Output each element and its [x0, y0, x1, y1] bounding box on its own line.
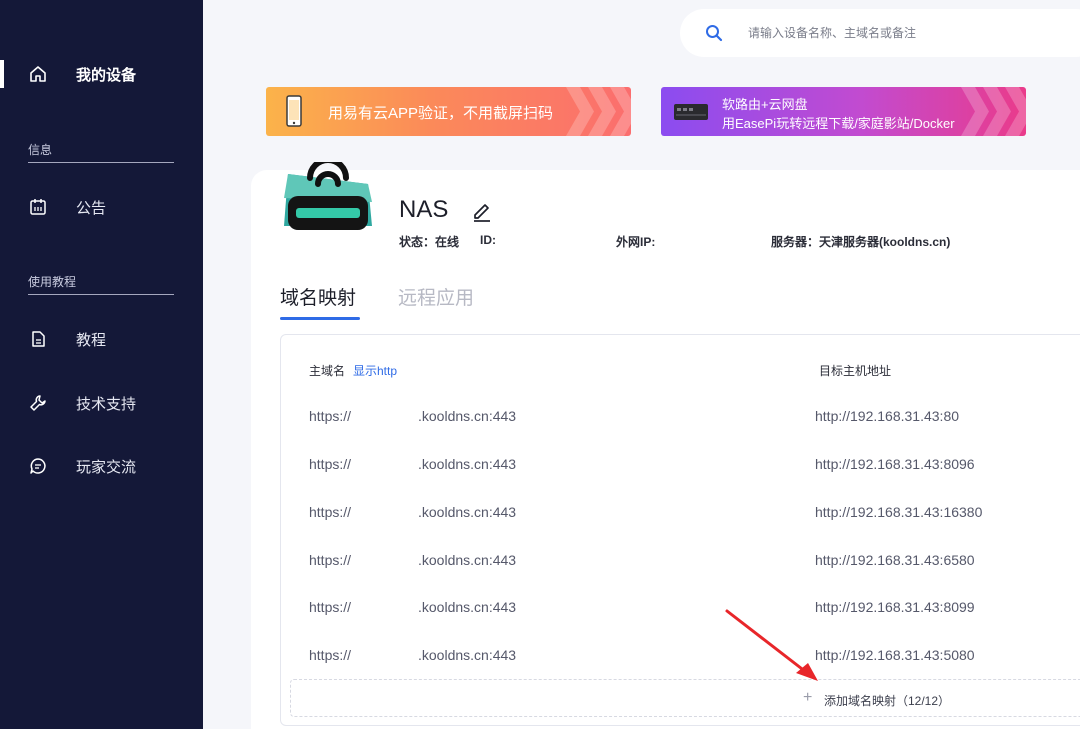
phone-icon [286, 95, 302, 127]
domain-prefix: https:// [309, 456, 352, 472]
section-title-tutorial: 使用教程 [28, 275, 77, 289]
router-device-icon [674, 104, 708, 120]
banner-text: 用易有云APP验证，不用截屏扫码 [328, 105, 554, 122]
domain-suffix: .kooldns.cn:443 [418, 456, 517, 472]
active-tab-indicator [280, 317, 360, 320]
chat-icon [29, 457, 47, 475]
chevron-right-icon [610, 87, 631, 136]
target-address: http://192.168.31.43:16380 [815, 504, 983, 520]
divider [28, 162, 174, 163]
device-server: 服务器：天津服务器(kooldns.cn) [771, 235, 951, 249]
column-header-domain: 主域名 [309, 364, 346, 378]
add-domain-mapping-button[interactable]: + 添加域名映射（12/12） [290, 679, 1080, 717]
table-row[interactable]: https:// .kooldns.cn:443 http://192.168.… [290, 583, 1080, 631]
domain-prefix: https:// [309, 599, 352, 615]
sidebar-item-label: 玩家交流 [76, 458, 137, 476]
device-status: 状态：在线 [399, 235, 460, 249]
chevron-right-icon [1005, 87, 1026, 136]
target-address: http://192.168.31.43:5080 [815, 647, 975, 663]
target-address: http://192.168.31.43:8099 [815, 599, 975, 615]
sidebar-item-tutorial[interactable]: 教程 [0, 317, 203, 361]
sidebar-item-label: 公告 [76, 199, 107, 217]
domain-suffix: .kooldns.cn:443 [418, 647, 517, 663]
plus-icon: + [803, 689, 813, 706]
divider [28, 294, 174, 295]
device-name: NAS [399, 196, 449, 223]
sidebar-item-tech-support[interactable]: 技术支持 [0, 381, 203, 425]
promo-banner-easepi[interactable]: 软路由+云网盘 用EasePi玩转远程下载/家庭影站/Docker [661, 87, 1026, 136]
search-icon[interactable] [704, 23, 724, 43]
router-icon [284, 162, 372, 230]
banner-text-line2: 用EasePi玩转远程下载/家庭影站/Docker [722, 116, 955, 131]
domain-suffix: .kooldns.cn:443 [418, 599, 517, 615]
search-bar [680, 9, 1080, 57]
domain-prefix: https:// [309, 408, 352, 424]
sidebar-item-community[interactable]: 玩家交流 [0, 444, 203, 488]
sidebar-item-label: 技术支持 [76, 395, 137, 413]
target-address: http://192.168.31.43:6580 [815, 552, 975, 568]
tab-remote-apps[interactable]: 远程应用 [398, 283, 474, 310]
sidebar-item-label: 我的设备 [76, 66, 137, 84]
sidebar-item-my-devices[interactable]: 我的设备 [0, 52, 203, 96]
table-row[interactable]: https:// .kooldns.cn:443 http://192.168.… [290, 488, 1080, 536]
show-http-link[interactable]: 显示http [353, 362, 397, 379]
domain-prefix: https:// [309, 647, 352, 663]
search-input[interactable] [748, 21, 1078, 45]
device-id: ID: [480, 233, 496, 247]
sidebar-item-announcements[interactable]: 公告 [0, 185, 203, 229]
table-row[interactable]: https:// .kooldns.cn:443 http://192.168.… [290, 536, 1080, 584]
tab-domain-mapping[interactable]: 域名映射 [280, 283, 356, 310]
promo-banner-app-verify[interactable]: 用易有云APP验证，不用截屏扫码 [266, 87, 631, 136]
target-address: http://192.168.31.43:8096 [815, 456, 975, 472]
domain-suffix: .kooldns.cn:443 [418, 408, 517, 424]
domain-suffix: .kooldns.cn:443 [418, 504, 517, 520]
document-icon [29, 330, 47, 348]
device-public-ip: 外网IP: [616, 235, 656, 249]
column-header-target: 目标主机地址 [819, 364, 892, 378]
table-row[interactable]: https:// .kooldns.cn:443 http://192.168.… [290, 631, 1080, 679]
domain-prefix: https:// [309, 552, 352, 568]
section-title-info: 信息 [28, 143, 53, 157]
sidebar-item-label: 教程 [76, 331, 107, 349]
domain-suffix: .kooldns.cn:443 [418, 552, 517, 568]
edit-icon[interactable] [471, 200, 493, 222]
home-icon [29, 65, 47, 83]
banner-text-line1: 软路由+云网盘 [722, 97, 808, 112]
calendar-icon [29, 198, 47, 216]
sidebar: 我的设备 信息 公告 使用教程 教程 技术支持 玩家交流 [0, 0, 203, 729]
table-row[interactable]: https:// .kooldns.cn:443 http://192.168.… [290, 392, 1080, 440]
domain-prefix: https:// [309, 504, 352, 520]
target-address: http://192.168.31.43:80 [815, 408, 960, 424]
table-row[interactable]: https:// .kooldns.cn:443 http://192.168.… [290, 440, 1080, 488]
add-domain-mapping-label: 添加域名映射（12/12） [824, 694, 951, 708]
wrench-icon [29, 394, 47, 412]
